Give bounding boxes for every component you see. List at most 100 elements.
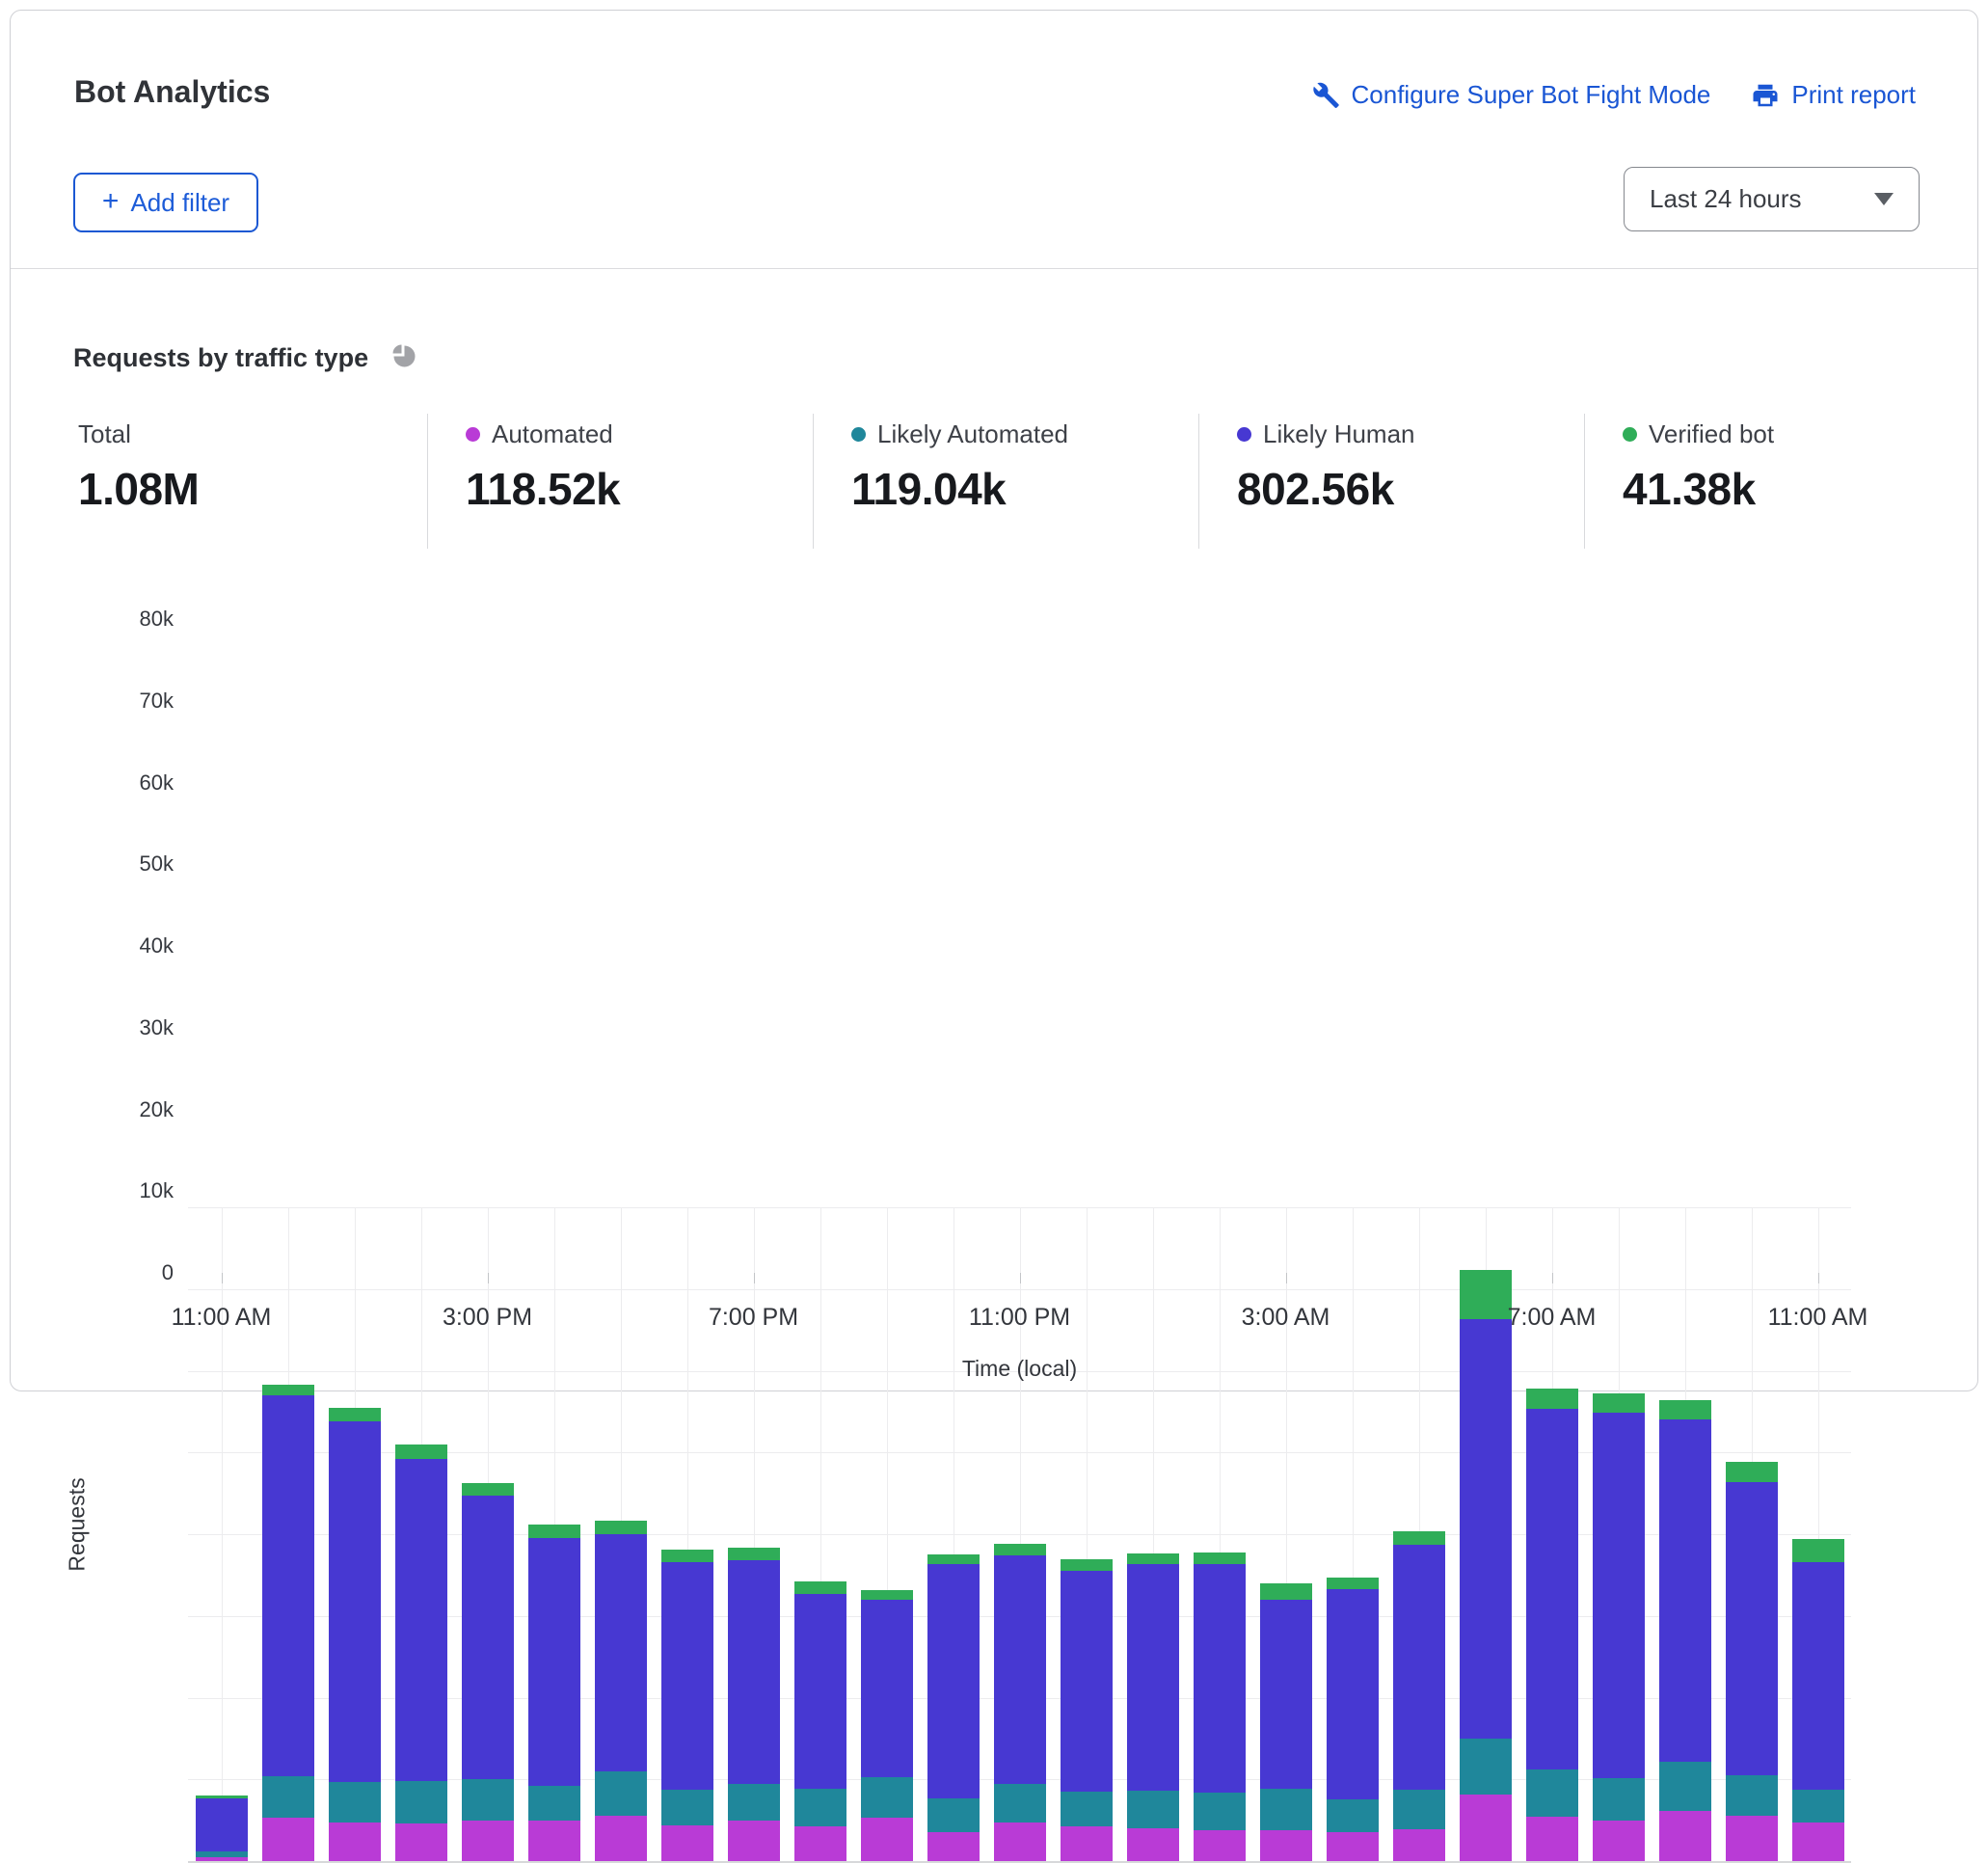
stacked-bar[interactable] bbox=[927, 1554, 980, 1861]
bar-segment-verified-bot[interactable] bbox=[1460, 1270, 1512, 1319]
bar-segment-verified-bot[interactable] bbox=[861, 1590, 913, 1600]
bar-segment-likely-human[interactable] bbox=[1127, 1564, 1179, 1792]
bar-segment-automated[interactable] bbox=[1194, 1830, 1246, 1861]
bar-segment-automated[interactable] bbox=[1593, 1821, 1645, 1861]
bar-segment-verified-bot[interactable] bbox=[1593, 1393, 1645, 1412]
bar-segment-likely-automated[interactable] bbox=[1460, 1739, 1512, 1795]
bar-segment-verified-bot[interactable] bbox=[196, 1796, 248, 1798]
stacked-bar[interactable] bbox=[1792, 1539, 1844, 1861]
bar-segment-likely-automated[interactable] bbox=[1526, 1769, 1578, 1817]
bar-segment-verified-bot[interactable] bbox=[1659, 1400, 1711, 1418]
bar-segment-verified-bot[interactable] bbox=[1526, 1389, 1578, 1408]
bar-segment-likely-human[interactable] bbox=[661, 1562, 713, 1790]
stacked-bar[interactable] bbox=[329, 1408, 381, 1861]
bar-segment-verified-bot[interactable] bbox=[595, 1521, 647, 1534]
bar-segment-likely-automated[interactable] bbox=[1726, 1775, 1778, 1816]
bar-segment-likely-automated[interactable] bbox=[1194, 1793, 1246, 1830]
bar-segment-verified-bot[interactable] bbox=[1792, 1539, 1844, 1562]
bar-segment-likely-human[interactable] bbox=[395, 1459, 447, 1781]
stacked-bar[interactable] bbox=[1393, 1531, 1445, 1861]
bar-segment-likely-human[interactable] bbox=[927, 1564, 980, 1797]
bar-segment-likely-human[interactable] bbox=[196, 1798, 248, 1851]
time-range-dropdown[interactable]: Last 24 hours bbox=[1624, 167, 1920, 231]
bar-segment-likely-automated[interactable] bbox=[794, 1789, 846, 1826]
print-report-link[interactable]: Print report bbox=[1751, 80, 1916, 110]
bar-segment-automated[interactable] bbox=[661, 1825, 713, 1861]
bar-segment-automated[interactable] bbox=[329, 1822, 381, 1861]
bar-segment-likely-automated[interactable] bbox=[528, 1786, 580, 1821]
bar-segment-likely-automated[interactable] bbox=[395, 1781, 447, 1823]
bar-segment-automated[interactable] bbox=[595, 1816, 647, 1861]
bar-segment-likely-automated[interactable] bbox=[1327, 1799, 1379, 1832]
bar-segment-likely-human[interactable] bbox=[1659, 1419, 1711, 1763]
bar-segment-likely-automated[interactable] bbox=[196, 1851, 248, 1857]
stacked-bar[interactable] bbox=[1659, 1400, 1711, 1861]
bar-segment-likely-human[interactable] bbox=[462, 1496, 514, 1779]
stacked-bar[interactable] bbox=[1460, 1270, 1512, 1861]
bar-segment-likely-automated[interactable] bbox=[262, 1776, 314, 1818]
bar-segment-likely-human[interactable] bbox=[528, 1538, 580, 1786]
stacked-bar[interactable] bbox=[528, 1525, 580, 1861]
bar-segment-verified-bot[interactable] bbox=[262, 1385, 314, 1395]
bar-segment-verified-bot[interactable] bbox=[1260, 1583, 1312, 1600]
bar-segment-verified-bot[interactable] bbox=[1726, 1462, 1778, 1482]
bar-segment-automated[interactable] bbox=[1260, 1830, 1312, 1861]
bar-segment-likely-human[interactable] bbox=[1061, 1571, 1113, 1792]
bar-segment-verified-bot[interactable] bbox=[1127, 1553, 1179, 1564]
stacked-bar[interactable] bbox=[994, 1544, 1046, 1861]
bar-segment-likely-human[interactable] bbox=[1726, 1482, 1778, 1775]
bar-segment-likely-human[interactable] bbox=[994, 1555, 1046, 1783]
bar-segment-likely-human[interactable] bbox=[728, 1560, 780, 1784]
bar-segment-automated[interactable] bbox=[1460, 1795, 1512, 1861]
stacked-bar[interactable] bbox=[395, 1444, 447, 1861]
bar-segment-automated[interactable] bbox=[1061, 1826, 1113, 1861]
bar-segment-automated[interactable] bbox=[794, 1826, 846, 1861]
bar-segment-likely-automated[interactable] bbox=[1127, 1791, 1179, 1828]
bar-segment-automated[interactable] bbox=[462, 1821, 514, 1861]
bar-segment-verified-bot[interactable] bbox=[927, 1554, 980, 1564]
bar-segment-automated[interactable] bbox=[528, 1821, 580, 1861]
bar-segment-verified-bot[interactable] bbox=[528, 1525, 580, 1538]
bar-segment-likely-automated[interactable] bbox=[1593, 1778, 1645, 1821]
stacked-bar[interactable] bbox=[1526, 1389, 1578, 1861]
bar-segment-likely-human[interactable] bbox=[262, 1395, 314, 1776]
bar-segment-automated[interactable] bbox=[1127, 1828, 1179, 1861]
bar-segment-likely-human[interactable] bbox=[1393, 1545, 1445, 1790]
bar-segment-automated[interactable] bbox=[1792, 1822, 1844, 1861]
stacked-bar[interactable] bbox=[1194, 1552, 1246, 1861]
bar-segment-likely-automated[interactable] bbox=[1260, 1789, 1312, 1829]
bar-segment-verified-bot[interactable] bbox=[1194, 1552, 1246, 1564]
bar-segment-likely-human[interactable] bbox=[1327, 1589, 1379, 1799]
bar-segment-likely-human[interactable] bbox=[1526, 1409, 1578, 1770]
add-filter-button[interactable]: + Add filter bbox=[73, 173, 258, 232]
bar-segment-automated[interactable] bbox=[861, 1818, 913, 1861]
bar-segment-automated[interactable] bbox=[728, 1821, 780, 1861]
bar-segment-automated[interactable] bbox=[994, 1822, 1046, 1861]
bar-segment-likely-human[interactable] bbox=[794, 1594, 846, 1790]
bar-segment-likely-human[interactable] bbox=[1260, 1600, 1312, 1790]
stacked-bar[interactable] bbox=[861, 1590, 913, 1861]
bar-segment-likely-human[interactable] bbox=[1792, 1562, 1844, 1790]
stacked-bar[interactable] bbox=[462, 1483, 514, 1861]
bar-segment-likely-automated[interactable] bbox=[1792, 1790, 1844, 1822]
configure-super-bot-fight-mode-link[interactable]: Configure Super Bot Fight Mode bbox=[1311, 80, 1711, 110]
bar-segment-automated[interactable] bbox=[1327, 1832, 1379, 1862]
stacked-bar[interactable] bbox=[196, 1796, 248, 1861]
bar-segment-automated[interactable] bbox=[196, 1857, 248, 1861]
bar-segment-likely-automated[interactable] bbox=[728, 1784, 780, 1821]
bar-segment-likely-human[interactable] bbox=[861, 1600, 913, 1777]
stacked-bar[interactable] bbox=[1260, 1583, 1312, 1861]
stacked-bar[interactable] bbox=[661, 1550, 713, 1861]
bar-segment-verified-bot[interactable] bbox=[462, 1483, 514, 1496]
stacked-bar[interactable] bbox=[1593, 1393, 1645, 1861]
bar-segment-automated[interactable] bbox=[395, 1823, 447, 1861]
bar-segment-likely-human[interactable] bbox=[1194, 1564, 1246, 1793]
stacked-bar[interactable] bbox=[262, 1385, 314, 1861]
stacked-bar[interactable] bbox=[1726, 1462, 1778, 1861]
bar-segment-verified-bot[interactable] bbox=[794, 1581, 846, 1594]
bar-segment-verified-bot[interactable] bbox=[994, 1544, 1046, 1555]
bar-segment-likely-human[interactable] bbox=[595, 1534, 647, 1771]
bar-segment-likely-human[interactable] bbox=[1460, 1319, 1512, 1739]
bar-segment-likely-human[interactable] bbox=[1593, 1413, 1645, 1778]
bar-segment-automated[interactable] bbox=[1526, 1817, 1578, 1861]
